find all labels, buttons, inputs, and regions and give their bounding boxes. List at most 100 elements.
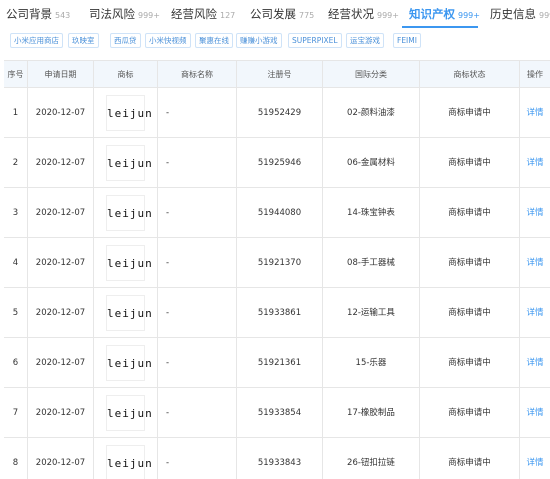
table-row: 1 2020-12-07 leijun -51952429 02-颜料油漆 商标申请中 详情 <box>4 88 550 138</box>
tab-judicial-risk[interactable]: 司法风险 999+ <box>89 6 160 22</box>
trademark-status: 商标申请中 <box>420 88 520 138</box>
trademark-logo-text: leijun <box>107 207 153 220</box>
trademark-name: - <box>158 138 237 188</box>
application-date: 2020-12-07 <box>28 438 94 479</box>
column-header-name: 商标名称 <box>158 61 237 88</box>
trademark-logo: leijun <box>106 345 153 381</box>
filter-tag[interactable]: FEIMI <box>393 33 421 48</box>
filter-tag[interactable]: 赚赚小游戏 <box>236 33 282 48</box>
registration-number: 51952429 <box>237 88 323 138</box>
row-index: 3 <box>4 188 28 238</box>
registration-number: 51933854 <box>237 388 323 438</box>
filter-tag[interactable]: 小米快视频 <box>145 33 191 48</box>
trademark-logo: leijun <box>106 95 153 131</box>
table-row: 8 2020-12-07 leijun -51933843 26-钮扣拉链 商标申请中 详情 <box>4 438 550 479</box>
filter-tag[interactable]: 西瓜贷 <box>110 33 141 48</box>
filter-tag[interactable]: 小米应用商店 <box>10 33 63 48</box>
trademark-logo-cell: leijun <box>94 188 158 238</box>
table-header: 序号 申请日期 商标 商标名称 注册号 国际分类 商标状态 操作 <box>4 61 550 88</box>
column-header-date: 申请日期 <box>28 61 94 88</box>
trademark-logo-text: leijun <box>107 257 153 270</box>
table-row: 6 2020-12-07 leijun -51921361 15-乐器 商标申请中 详情 <box>4 338 550 388</box>
trademark-status: 商标申请中 <box>420 188 520 238</box>
details-link[interactable]: 详情 <box>520 238 550 288</box>
trademark-logo: leijun <box>106 195 153 231</box>
application-date: 2020-12-07 <box>28 388 94 438</box>
international-class: 15-乐器 <box>323 338 420 388</box>
trademark-name: - <box>158 438 237 479</box>
trademark-status: 商标申请中 <box>420 338 520 388</box>
trademark-table: 序号 申请日期 商标 商标名称 注册号 国际分类 商标状态 操作 1 2020-1… <box>4 60 550 479</box>
row-index: 8 <box>4 438 28 479</box>
registration-number: 51944080 <box>237 188 323 238</box>
international-class: 17-橡胶制品 <box>323 388 420 438</box>
tab-operating-risk[interactable]: 经营风险 127 <box>171 6 235 22</box>
column-header-index: 序号 <box>4 61 28 88</box>
tab-history[interactable]: 历史信息999+ <box>490 6 550 22</box>
tab-operating-status[interactable]: 经营状况 999+ <box>328 6 399 22</box>
details-link[interactable]: 详情 <box>520 438 550 479</box>
trademark-logo-cell: leijun <box>94 438 158 479</box>
filter-tag[interactable]: 运宝游戏 <box>346 33 384 48</box>
details-link[interactable]: 详情 <box>520 288 550 338</box>
trademark-logo-text: leijun <box>107 157 153 170</box>
trademark-logo-text: leijun <box>107 357 153 370</box>
registration-number: 51933861 <box>237 288 323 338</box>
international-class: 06-金属材料 <box>323 138 420 188</box>
trademark-name: - <box>158 288 237 338</box>
details-link[interactable]: 详情 <box>520 88 550 138</box>
tab-count: 999+ <box>377 11 399 20</box>
filter-tag[interactable]: 聚惠在线 <box>195 33 233 48</box>
trademark-name: - <box>158 88 237 138</box>
trademark-status: 商标申请中 <box>420 438 520 479</box>
filter-tag[interactable]: 玖映室 <box>68 33 99 48</box>
tab-count: 543 <box>55 11 71 20</box>
tab-count: 999+ <box>458 11 480 20</box>
details-link[interactable]: 详情 <box>520 388 550 438</box>
trademark-status: 商标申请中 <box>420 138 520 188</box>
trademark-logo: leijun <box>106 245 153 281</box>
international-class: 12-运输工具 <box>323 288 420 338</box>
trademark-logo-text: leijun <box>107 457 153 470</box>
tab-intellectual-property[interactable]: 知识产权 999+ <box>409 6 480 22</box>
details-link[interactable]: 详情 <box>520 338 550 388</box>
registration-number: 51933843 <box>237 438 323 479</box>
trademark-name: - <box>158 338 237 388</box>
row-index: 5 <box>4 288 28 338</box>
tab-company-development[interactable]: 公司发展 775 <box>250 6 314 22</box>
trademark-logo-text: leijun <box>107 407 153 420</box>
trademark-name: - <box>158 188 237 238</box>
trademark-logo-text: leijun <box>107 107 153 120</box>
application-date: 2020-12-07 <box>28 288 94 338</box>
table-row: 3 2020-12-07 leijun -51944080 14-珠宝钟表 商标申请中 详情 <box>4 188 550 238</box>
column-header-status: 商标状态 <box>420 61 520 88</box>
column-header-action: 操作 <box>527 70 543 79</box>
trademark-logo-cell: leijun <box>94 238 158 288</box>
trademark-logo-cell: leijun <box>94 388 158 438</box>
trademark-name: - <box>158 388 237 438</box>
tab-count: 127 <box>220 11 236 20</box>
application-date: 2020-12-07 <box>28 188 94 238</box>
trademark-logo-cell: leijun <box>94 138 158 188</box>
trademark-logo: leijun <box>106 145 153 181</box>
trademark-logo-cell: leijun <box>94 88 158 138</box>
table-row: 2 2020-12-07 leijun -51925946 06-金属材料 商标申请中 详情 <box>4 138 550 188</box>
registration-number: 51925946 <box>237 138 323 188</box>
table-row: 5 2020-12-07 leijun -51933861 12-运输工具 商标申请中 详情 <box>4 288 550 338</box>
filter-tag[interactable]: SUPERPIXEL <box>288 33 342 48</box>
registration-number: 51921361 <box>237 338 323 388</box>
table-row: 4 2020-12-07 leijun -51921370 08-手工器械 商标申请中 详情 <box>4 238 550 288</box>
tab-company-background[interactable]: 公司背景 543 <box>6 6 70 22</box>
table-row: 7 2020-12-07 leijun -51933854 17-橡胶制品 商标申请中 详情 <box>4 388 550 438</box>
trademark-status: 商标申请中 <box>420 388 520 438</box>
international-class: 14-珠宝钟表 <box>323 188 420 238</box>
column-header-logo: 商标 <box>94 61 158 88</box>
details-link[interactable]: 详情 <box>520 138 550 188</box>
application-date: 2020-12-07 <box>28 338 94 388</box>
row-index: 6 <box>4 338 28 388</box>
row-index: 4 <box>4 238 28 288</box>
section-tabs: 公司背景 543 司法风险 999+ 经营风险 127 公司发展 775 经营状况 999… <box>0 0 550 28</box>
details-link[interactable]: 详情 <box>520 188 550 238</box>
application-date: 2020-12-07 <box>28 238 94 288</box>
trademark-logo: leijun <box>106 395 153 431</box>
